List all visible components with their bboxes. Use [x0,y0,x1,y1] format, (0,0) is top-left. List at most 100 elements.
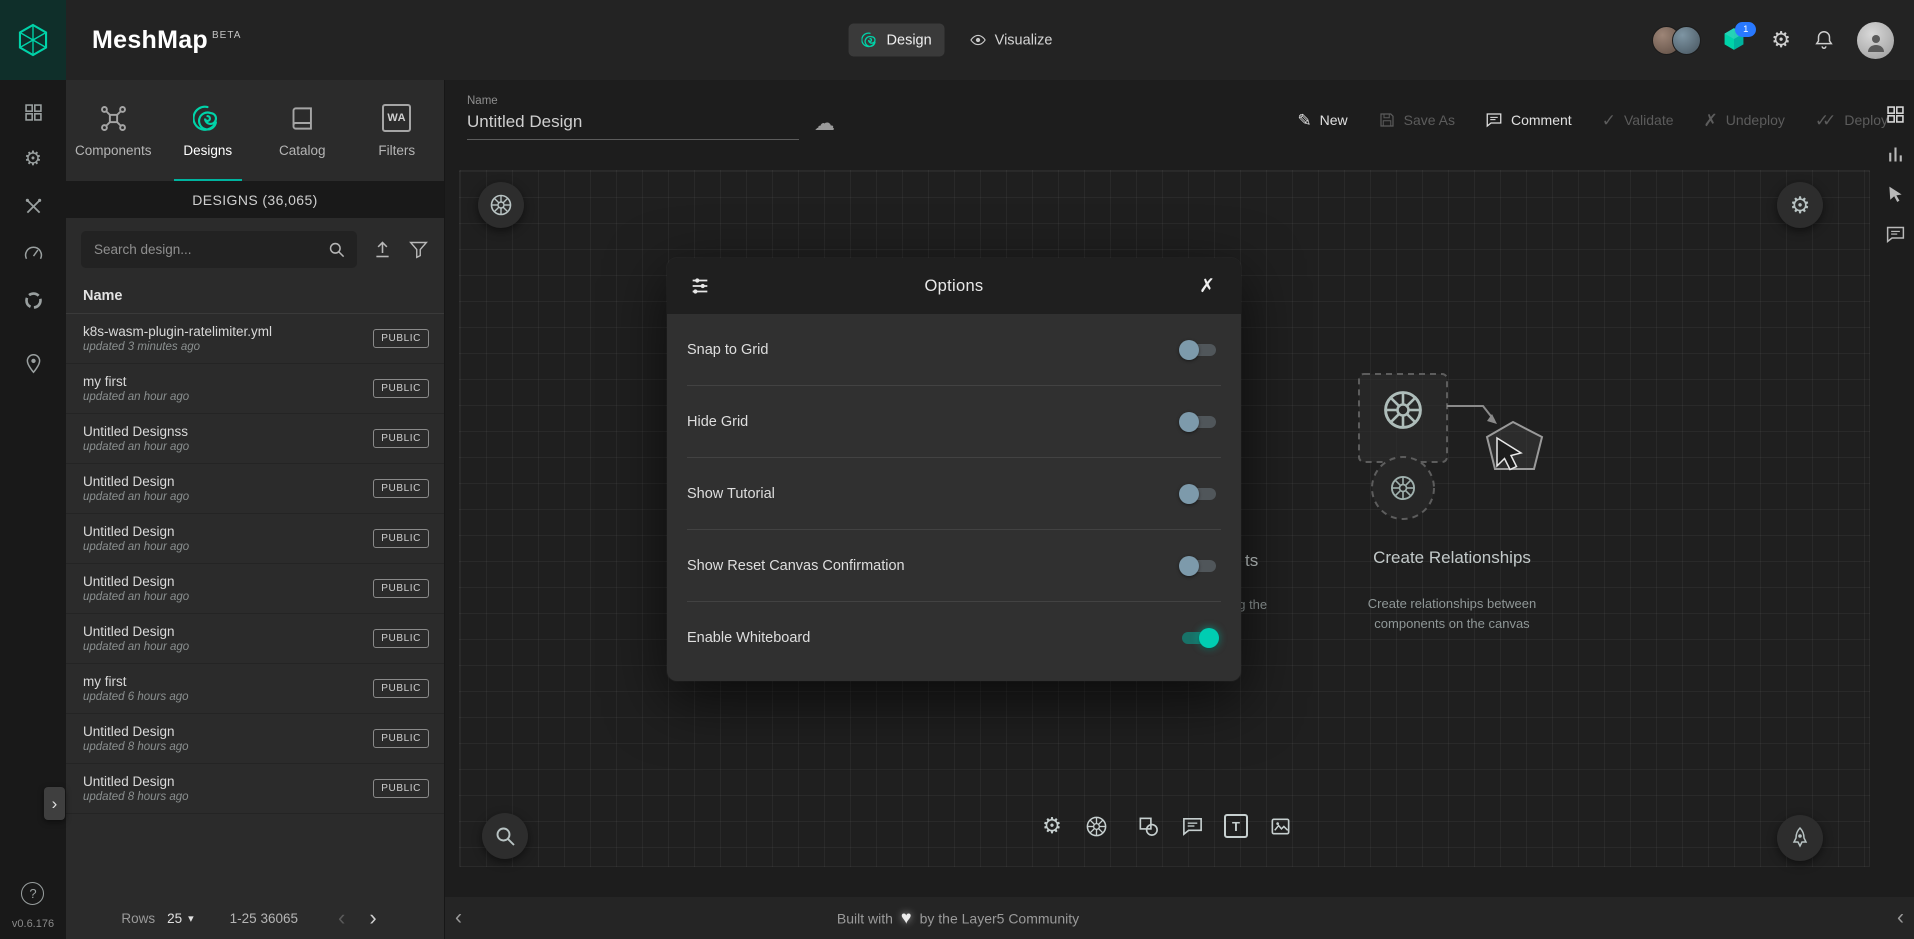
show-reset-canvas-confirmation-toggle[interactable] [1177,554,1221,578]
help-button[interactable]: ? [21,882,44,905]
enable-whiteboard-toggle[interactable] [1177,626,1221,650]
design-text: k8s-wasm-plugin-ratelimiter.yml updated … [83,324,272,353]
tab-catalog-label: Catalog [279,143,326,158]
save-as-button[interactable]: Save As [1378,111,1455,129]
chevron-left-icon: ‹ [1897,906,1904,929]
design-name: Untitled Designss [83,424,189,439]
kubernetes-dock-toggle-button[interactable] [478,182,524,228]
layer5-logo[interactable] [0,0,66,80]
left-drawer-collapse-button[interactable]: ‹ [447,904,470,932]
double-check-icon: ✓✓ [1815,112,1830,129]
rows-per-page-select[interactable]: 25 ▾ [167,911,194,926]
design-list-item[interactable]: k8s-wasm-plugin-ratelimiter.yml updated … [66,314,444,364]
user-avatar[interactable] [1857,22,1894,59]
chevron-left-icon: ‹ [338,905,345,930]
comment-tool[interactable] [1175,809,1209,843]
previous-page-button[interactable]: ‹ [326,907,357,929]
deploy-button[interactable]: ✓✓ Deploy [1815,112,1888,129]
hide-grid-toggle[interactable] [1177,410,1221,434]
design-list-item[interactable]: Untitled Design updated an hour ago PUBL… [66,614,444,664]
option-row-show-tutorial: Show Tutorial [687,458,1221,530]
search-icon [327,240,346,259]
canvas-options-button[interactable]: ⚙ [1777,182,1823,228]
tab-catalog[interactable]: Catalog [255,80,350,181]
import-design-button[interactable] [372,239,393,260]
design-list-item[interactable]: Untitled Design updated 8 hours ago PUBL… [66,764,444,814]
meshery-extension-button[interactable]: 1 [1721,26,1749,54]
text-tool[interactable]: T [1219,809,1253,843]
layout-panel-button[interactable] [1883,102,1907,126]
sidebar-item-configuration[interactable] [20,194,46,218]
sidebar-item-environment[interactable] [20,351,46,375]
app-title: MeshMap [92,26,208,55]
chevron-left-icon: ‹ [455,906,462,929]
design-mode-button[interactable]: Design [849,24,945,57]
tab-designs-label: Designs [183,143,232,158]
sidebar-expand-handle[interactable]: › [44,787,65,820]
catalog-book-icon [288,104,317,133]
validate-label: Validate [1624,112,1674,128]
design-list-item[interactable]: Untitled Design updated an hour ago PUBL… [66,514,444,564]
deploy-label: Deploy [1844,112,1888,128]
tab-designs[interactable]: Designs [161,80,256,181]
comment-button[interactable]: Comment [1485,111,1572,129]
design-list-item[interactable]: Untitled Designss updated an hour ago PU… [66,414,444,464]
collaborator-avatar[interactable] [1672,26,1701,55]
filter-button[interactable] [408,239,429,260]
design-list-item[interactable]: my first updated 6 hours ago PUBLIC [66,664,444,714]
sidebar-item-lifecycle[interactable]: ⚙ [20,147,46,171]
design-name-group: Name ☁ [467,95,835,140]
media-tool[interactable] [1263,809,1297,843]
visualize-mode-button[interactable]: Visualize [957,24,1066,57]
kubernetes-components-tool[interactable]: ⚙ [1035,809,1069,843]
comments-panel-button[interactable] [1883,222,1907,246]
kubernetes-wheel-tool[interactable] [1079,809,1113,843]
beta-tag: BETA [212,30,241,41]
fly-deploy-button[interactable] [1777,815,1823,861]
snap-to-grid-toggle[interactable] [1177,338,1221,362]
validate-button[interactable]: ✓ Validate [1602,112,1674,129]
interact-panel-button[interactable] [1883,182,1907,206]
design-list-item[interactable]: Untitled Design updated an hour ago PUBL… [66,464,444,514]
comment-label: Comment [1511,112,1572,128]
right-drawer-collapse-button[interactable]: ‹ [1889,904,1912,932]
name-line: ☁ [467,110,835,140]
design-name-input[interactable] [467,110,799,140]
image-icon [1269,815,1292,838]
option-label: Show Reset Canvas Confirmation [687,558,905,574]
close-button[interactable]: ✗ [1195,271,1219,302]
sidebar-item-extensions[interactable] [20,288,46,312]
settings-button[interactable]: ⚙ [1771,29,1791,51]
visibility-badge: PUBLIC [373,729,429,748]
zoom-button[interactable] [482,813,528,859]
design-name: Untitled Design [83,524,189,539]
options-modal-title: Options [667,277,1241,296]
visibility-badge: PUBLIC [373,379,429,398]
search-row [66,218,444,278]
design-list-item[interactable]: Untitled Design updated 8 hours ago PUBL… [66,714,444,764]
new-label: New [1320,112,1348,128]
search-input[interactable] [92,241,327,258]
chevron-right-icon: › [52,794,58,814]
sidebar-item-dashboard[interactable] [20,100,46,124]
design-list-item[interactable]: my first updated an hour ago PUBLIC [66,364,444,414]
show-tutorial-toggle[interactable] [1177,482,1221,506]
sidebar-item-performance[interactable] [20,241,46,265]
brand: MeshMap BETA [92,26,241,55]
tab-filters[interactable]: WA Filters [350,80,445,181]
undeploy-button[interactable]: ✗ Undeploy [1704,112,1785,129]
header-right: 1 ⚙ [1652,22,1914,59]
design-list: k8s-wasm-plugin-ratelimiter.yml updated … [66,314,444,897]
tab-components[interactable]: Components [66,80,161,181]
collaborator-avatars[interactable] [1652,26,1701,55]
shapes-tool[interactable] [1131,809,1165,843]
new-button[interactable]: ✎ New [1297,112,1347,129]
wasm-icon: WA [382,104,411,133]
design-list-item[interactable]: Untitled Design updated an hour ago PUBL… [66,564,444,614]
notifications-button[interactable] [1813,29,1835,51]
design-name: Untitled Design [83,474,189,489]
gear-icon: ⚙ [1790,194,1811,217]
tutorial-card-title: Create Relationships [1302,548,1602,568]
next-page-button[interactable]: › [357,907,388,929]
metrics-panel-button[interactable] [1883,142,1907,166]
